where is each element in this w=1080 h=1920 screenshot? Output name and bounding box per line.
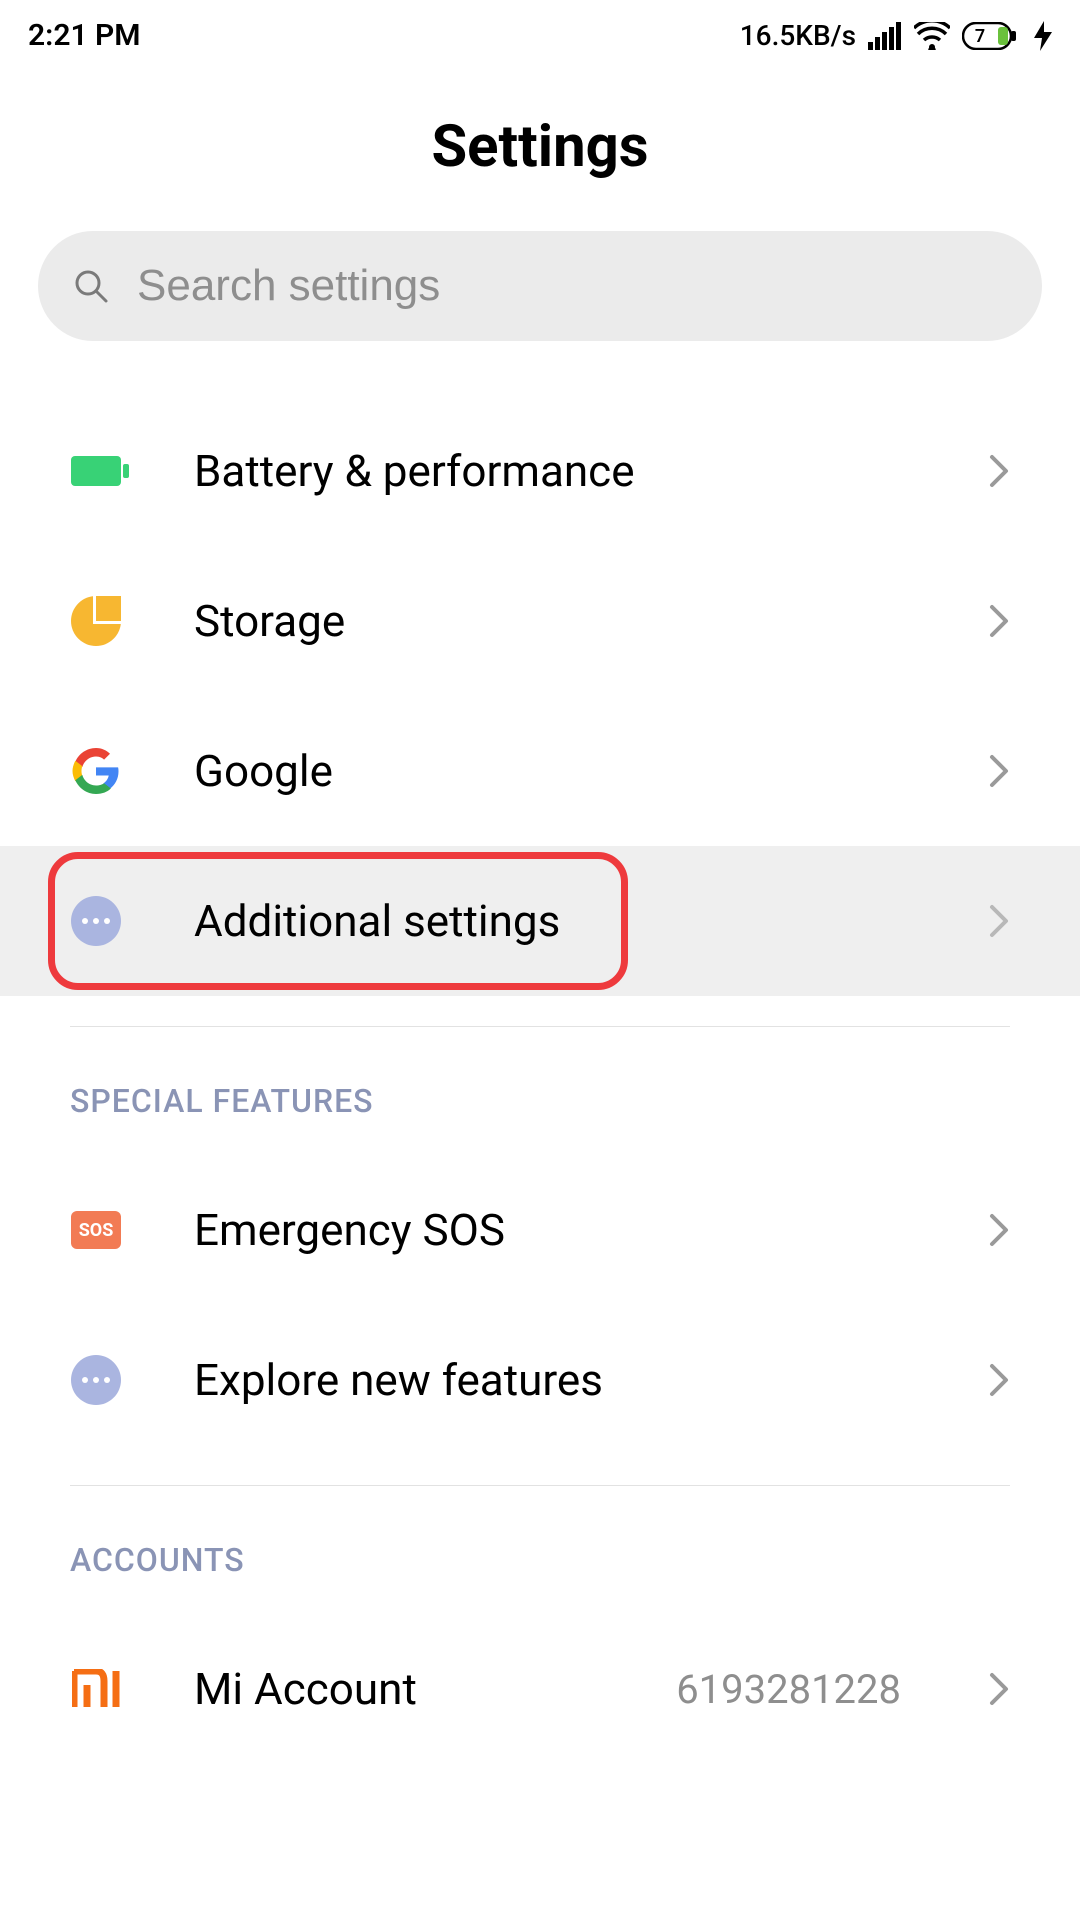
network-speed: 16.5KB/s [740, 19, 856, 52]
signal-icon [868, 22, 902, 50]
search-input[interactable] [137, 261, 1007, 311]
setting-item-battery[interactable]: Battery & performance [0, 396, 1080, 546]
chevron-right-icon [988, 1362, 1010, 1398]
section-divider [70, 1485, 1010, 1486]
setting-label: Google [194, 745, 916, 797]
battery-icon [70, 445, 122, 497]
storage-icon [70, 595, 122, 647]
google-icon [70, 745, 122, 797]
setting-label: Explore new features [194, 1354, 916, 1406]
mi-icon [70, 1663, 122, 1715]
setting-item-sos[interactable]: SOS Emergency SOS [0, 1155, 1080, 1305]
page-title: Settings [0, 113, 1080, 181]
setting-item-mi-account[interactable]: Mi Account 6193281228 [0, 1614, 1080, 1764]
sos-icon: SOS [70, 1204, 122, 1256]
setting-label: Mi Account [194, 1663, 604, 1715]
setting-label: Storage [194, 595, 916, 647]
setting-label: Additional settings [194, 895, 916, 947]
chevron-right-icon [988, 603, 1010, 639]
battery-status-icon: 7 [962, 22, 1022, 50]
status-time: 2:21 PM [28, 18, 141, 53]
setting-item-google[interactable]: Google [0, 696, 1080, 846]
explore-icon [70, 1354, 122, 1406]
setting-label: Emergency SOS [194, 1204, 916, 1256]
chevron-right-icon [988, 903, 1010, 939]
more-icon [70, 895, 122, 947]
charging-icon [1034, 21, 1052, 51]
setting-item-explore[interactable]: Explore new features [0, 1305, 1080, 1455]
chevron-right-icon [988, 753, 1010, 789]
setting-label: Battery & performance [194, 445, 916, 497]
status-bar: 2:21 PM 16.5KB/s 7 [0, 0, 1080, 63]
chevron-right-icon [988, 453, 1010, 489]
wifi-icon [914, 22, 950, 50]
section-header-accounts: ACCOUNTS [0, 1541, 1080, 1579]
setting-item-additional[interactable]: Additional settings [0, 846, 1080, 996]
section-header-special: SPECIAL FEATURES [0, 1082, 1080, 1120]
svg-text:7: 7 [975, 26, 985, 47]
search-bar[interactable] [38, 231, 1042, 341]
section-divider [70, 1026, 1010, 1027]
setting-value: 6193281228 [676, 1666, 901, 1713]
chevron-right-icon [988, 1671, 1010, 1707]
status-icons: 16.5KB/s 7 [740, 19, 1052, 52]
setting-item-storage[interactable]: Storage [0, 546, 1080, 696]
search-icon [73, 268, 109, 304]
chevron-right-icon [988, 1212, 1010, 1248]
